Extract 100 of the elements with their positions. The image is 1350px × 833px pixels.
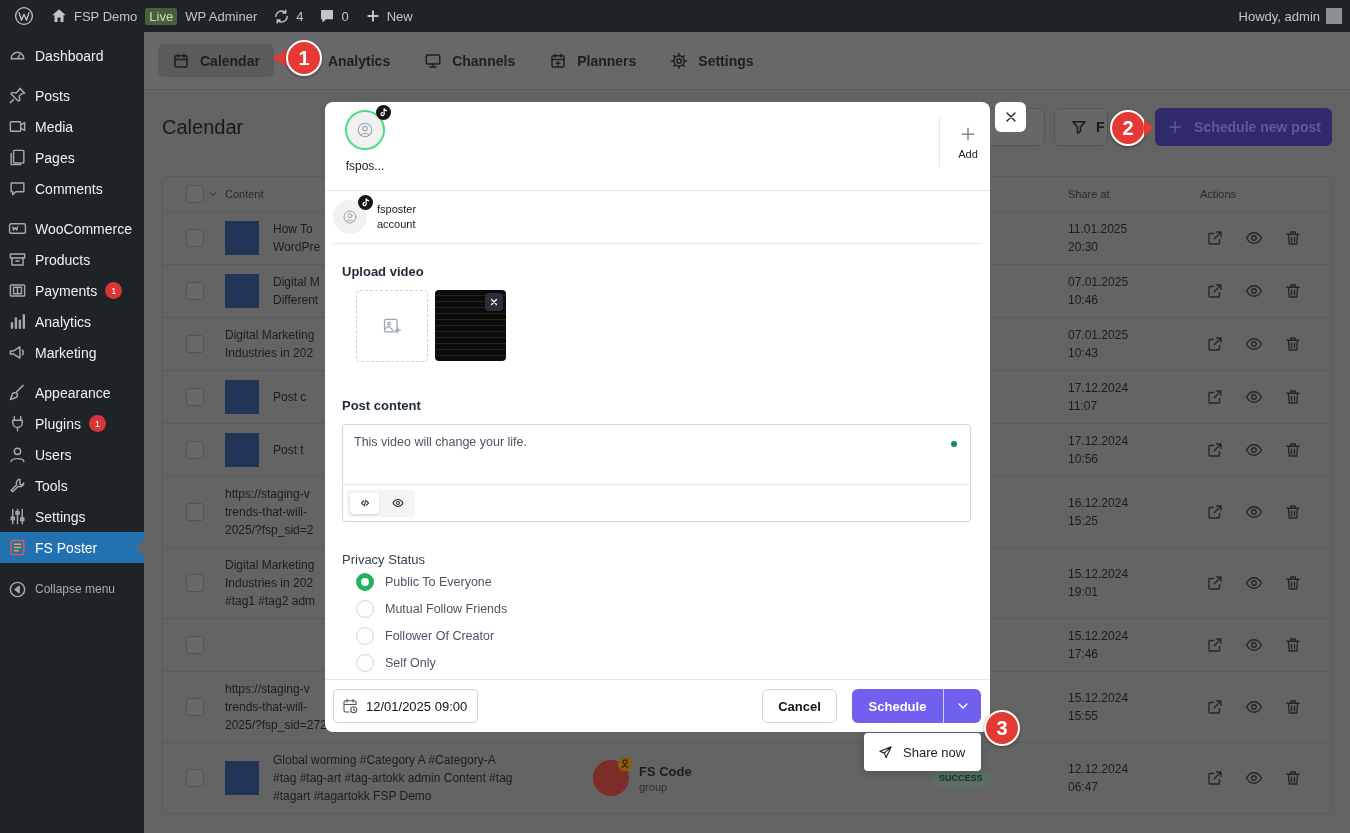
trash-icon[interactable] — [1284, 335, 1302, 353]
wrench-icon — [8, 476, 27, 495]
account-link[interactable]: Howdy, admin — [1230, 0, 1320, 32]
dropdown-toggle[interactable] — [943, 689, 981, 723]
bar-chart-icon — [8, 312, 27, 331]
menu-item[interactable]: Posts — [0, 80, 144, 111]
field-label: Privacy Status — [342, 552, 427, 568]
new-link[interactable]: New — [356, 0, 421, 32]
share-time: 07.01.2025 10:46 — [1068, 274, 1130, 309]
menu-label: Comments — [35, 180, 103, 197]
menu-item[interactable]: Tools — [0, 470, 144, 501]
trash-icon[interactable] — [1284, 229, 1302, 247]
section-heading: Upload video — [342, 264, 425, 280]
trash-icon[interactable] — [1284, 441, 1302, 459]
comments-link[interactable]: 0 — [311, 0, 357, 32]
external-link-icon[interactable] — [1206, 698, 1224, 716]
status-badge: SUCCESS — [930, 769, 992, 787]
menu-label: Appearance — [35, 384, 111, 401]
trash-icon[interactable] — [1284, 503, 1302, 521]
pushpin-icon — [8, 86, 27, 105]
adminer-link[interactable]: WP Adminer — [177, 0, 266, 32]
post-content-text: https://staging-v trends-that-will- 2025/?fsp_sid=2 — [225, 486, 314, 539]
external-link-icon[interactable] — [1206, 503, 1224, 521]
menu-label: Pages — [35, 149, 75, 166]
menu-item[interactable]: Plugins 1 — [0, 408, 144, 439]
radio-button[interactable] — [356, 599, 374, 618]
updates-link[interactable]: 4 — [265, 0, 312, 32]
cancel-button[interactable]: Cancel — [762, 689, 837, 723]
eye-icon[interactable] — [1245, 229, 1263, 247]
external-link-icon[interactable] — [1206, 636, 1224, 654]
menu-label: Settings — [35, 508, 86, 525]
radio-button[interactable] — [356, 626, 374, 645]
eye-icon[interactable] — [1245, 441, 1263, 459]
home-icon — [50, 7, 68, 25]
menu-item[interactable]: Analytics — [0, 306, 144, 337]
schedule-button[interactable]: Schedule — [852, 689, 943, 723]
status-dot — [951, 441, 957, 447]
menu-item[interactable]: Users — [0, 439, 144, 470]
eye-icon[interactable] — [1245, 282, 1263, 300]
eye-icon[interactable] — [1245, 769, 1263, 787]
speech-bubble-icon — [319, 8, 336, 24]
menu-item[interactable]: FS Poster — [0, 532, 144, 563]
menu-item[interactable]: Dashboard — [0, 40, 144, 71]
add-account-button[interactable]: Add — [939, 117, 978, 167]
external-link-icon[interactable] — [1206, 769, 1224, 787]
logo-icon — [14, 6, 34, 26]
menu-item[interactable]: Comments — [0, 173, 144, 204]
post-content-text: https://staging-v trends-that-will- 2025/?fsp_sid=272 — [225, 681, 327, 734]
eye-icon[interactable] — [1245, 574, 1263, 592]
trash-icon[interactable] — [1284, 636, 1302, 654]
trash-icon[interactable] — [1284, 769, 1302, 787]
upload-dropzone[interactable] — [356, 290, 428, 362]
note-badge-icon — [376, 105, 391, 120]
menu-item[interactable]: Media — [0, 111, 144, 142]
share-time: 15.12.2024 15:55 — [1068, 690, 1130, 725]
date-field[interactable]: 12/01/2025 09:00 — [333, 689, 479, 723]
menu-item[interactable]: WooCommerce — [0, 213, 144, 244]
view-mode-button[interactable] — [350, 492, 379, 514]
menu-item[interactable]: Share now — [864, 733, 981, 771]
radio-button[interactable] — [356, 572, 374, 591]
remove-button[interactable] — [485, 293, 503, 311]
external-link-icon[interactable] — [1206, 229, 1224, 247]
eye-icon[interactable] — [1245, 698, 1263, 716]
menu-item[interactable]: Settings — [0, 501, 144, 532]
radio-label: Self Only — [385, 655, 436, 670]
post-content-text: Post c — [273, 389, 307, 406]
menu-item[interactable]: Appearance — [0, 377, 144, 408]
banknote-icon — [8, 281, 27, 300]
trash-icon[interactable] — [1284, 282, 1302, 300]
external-link-icon[interactable] — [1206, 282, 1224, 300]
eye-icon[interactable] — [1245, 335, 1263, 353]
close-button[interactable] — [995, 102, 1026, 132]
trash-icon[interactable] — [1284, 388, 1302, 406]
trash-icon[interactable] — [1284, 698, 1302, 716]
documents-icon — [8, 148, 27, 167]
radio-button[interactable] — [356, 653, 374, 672]
sliders-icon — [8, 507, 27, 526]
menu-item[interactable]: Products — [0, 244, 144, 275]
note-badge-icon — [358, 195, 373, 210]
post-content-editor[interactable]: This video will change your life. — [342, 424, 971, 522]
external-link-icon[interactable] — [1206, 441, 1224, 459]
eye-icon[interactable] — [1245, 636, 1263, 654]
speech-bubble-icon — [8, 179, 27, 198]
account-avatar[interactable] — [345, 110, 385, 150]
trash-icon[interactable] — [1284, 574, 1302, 592]
menu-item[interactable]: Marketing — [0, 337, 144, 368]
menu-item[interactable]: Pages — [0, 142, 144, 173]
site-link[interactable]: FSP Demo — [42, 0, 146, 32]
external-link-icon[interactable] — [1206, 574, 1224, 592]
menu-label: Payments — [35, 282, 98, 299]
user-icon — [8, 445, 27, 464]
external-link-icon[interactable] — [1206, 388, 1224, 406]
eye-icon[interactable] — [1245, 388, 1263, 406]
share-time: 17.12.2024 10:56 — [1068, 433, 1130, 468]
calendar-clock-icon — [341, 697, 359, 715]
menu-item[interactable]: Payments 1 — [0, 275, 144, 306]
eye-icon[interactable] — [1245, 503, 1263, 521]
share-time: 12.12.2024 06:47 — [1068, 761, 1130, 796]
external-link-icon[interactable] — [1206, 335, 1224, 353]
collapse-menu-button[interactable]: Collapse menu — [0, 572, 144, 606]
